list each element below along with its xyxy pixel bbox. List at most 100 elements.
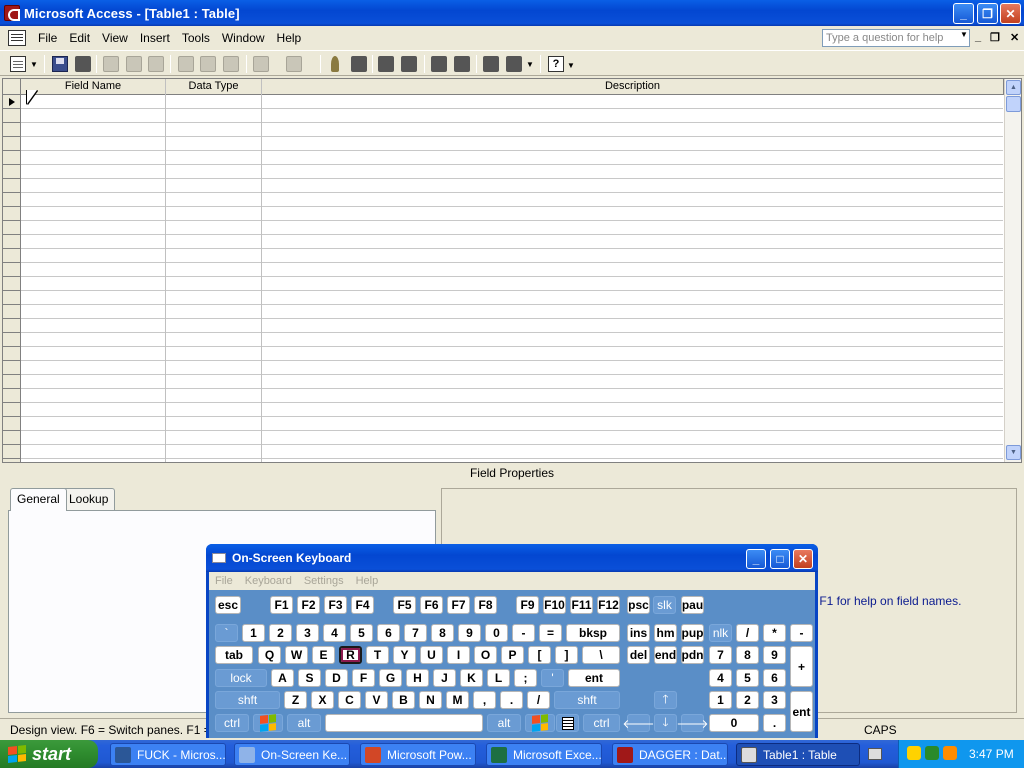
redo-icon[interactable] (286, 56, 302, 72)
key-x[interactable]: X (311, 691, 334, 709)
properties-icon[interactable] (431, 56, 447, 72)
copy-icon[interactable] (200, 56, 216, 72)
view-icon[interactable] (10, 56, 26, 72)
menu-view[interactable]: View (96, 31, 134, 45)
design-grid-rows[interactable] (21, 95, 1003, 462)
key-1[interactable]: 1 (242, 624, 265, 642)
key-num-4[interactable]: 4 (709, 669, 732, 687)
key-quote[interactable]: ' (541, 669, 564, 687)
key-page-up[interactable]: pup (681, 624, 704, 642)
menu-tools[interactable]: Tools (176, 31, 216, 45)
key-equals[interactable]: = (539, 624, 562, 642)
key-slk[interactable]: slk (653, 596, 676, 614)
network-icon[interactable] (907, 746, 921, 760)
key-semicolon[interactable]: ; (514, 669, 537, 687)
title-bar[interactable]: Microsoft Access - [Table1 : Table] _ ❐ … (0, 0, 1024, 26)
key-arrow-up[interactable]: 🡑 (654, 691, 677, 709)
key-k[interactable]: K (460, 669, 483, 687)
column-header-description[interactable]: Description (262, 79, 1004, 95)
key-v[interactable]: V (365, 691, 388, 709)
key-left-windows[interactable] (253, 714, 283, 732)
delete-rows-icon[interactable] (401, 56, 417, 72)
key-backslash[interactable]: \ (582, 646, 620, 664)
key-num-5[interactable]: 5 (736, 669, 759, 687)
key-num-1[interactable]: 1 (709, 691, 732, 709)
key-arrow-down[interactable]: 🡓 (654, 714, 677, 732)
table-document-icon[interactable] (8, 30, 26, 46)
key-p[interactable]: P (501, 646, 524, 664)
key-s[interactable]: S (298, 669, 321, 687)
key-num-decimal[interactable]: . (763, 714, 786, 732)
chevron-down-icon[interactable]: ▼ (567, 61, 583, 77)
key-r[interactable]: R (339, 646, 362, 664)
key-f2[interactable]: F2 (297, 596, 320, 614)
key-f6[interactable]: F6 (420, 596, 443, 614)
key-right-bracket[interactable]: ] (555, 646, 578, 664)
key-esc[interactable]: esc (215, 596, 241, 614)
key-num-3[interactable]: 3 (763, 691, 786, 709)
key-8[interactable]: 8 (431, 624, 454, 642)
key-e[interactable]: E (312, 646, 335, 664)
show-desktop-icon[interactable] (868, 748, 882, 760)
key-slash[interactable]: / (527, 691, 550, 709)
key-2[interactable]: 2 (269, 624, 292, 642)
key-psc[interactable]: psc (627, 596, 650, 614)
key-o[interactable]: O (474, 646, 497, 664)
undo-icon[interactable] (253, 56, 269, 72)
key-arrow-right[interactable]: 🡒 (676, 714, 709, 732)
key-f7[interactable]: F7 (447, 596, 470, 614)
volume-icon[interactable] (943, 746, 957, 760)
key-num-enter[interactable]: ent (790, 691, 813, 732)
osk-menu-file[interactable]: File (215, 575, 233, 587)
key-num-lock[interactable]: nlk (709, 624, 732, 642)
key-m[interactable]: M (446, 691, 469, 709)
cut-icon[interactable] (178, 56, 194, 72)
key-f[interactable]: F (352, 669, 375, 687)
on-screen-keyboard-window[interactable]: On-Screen Keyboard _ □ ✕ File Keyboard S… (206, 544, 818, 738)
key-n[interactable]: N (419, 691, 442, 709)
tab-lookup[interactable]: Lookup (62, 488, 116, 510)
indexes-icon[interactable] (351, 56, 367, 72)
key-f4[interactable]: F4 (351, 596, 374, 614)
key-num-minus[interactable]: - (790, 624, 813, 642)
row-selector-column[interactable] (3, 95, 21, 462)
taskbar-button-excel[interactable]: Microsoft Exce... (486, 743, 602, 766)
key-6[interactable]: 6 (377, 624, 400, 642)
key-f3[interactable]: F3 (324, 596, 347, 614)
osk-close-button[interactable]: ✕ (793, 549, 813, 569)
key-f9[interactable]: F9 (516, 596, 539, 614)
key-f11[interactable]: F11 (570, 596, 593, 614)
osk-minimize-button[interactable]: _ (746, 549, 766, 569)
taskbar-button-dagger-database[interactable]: DAGGER : Dat... (612, 743, 728, 766)
database-window-icon[interactable] (483, 56, 499, 72)
key-right-ctrl[interactable]: ctrl (583, 714, 620, 732)
key-tab[interactable]: tab (215, 646, 253, 664)
chevron-down-icon[interactable]: ▼ (960, 30, 968, 39)
new-object-icon[interactable] (506, 56, 522, 72)
key-w[interactable]: W (285, 646, 308, 664)
key-right-windows[interactable] (525, 714, 555, 732)
osk-maximize-button[interactable]: □ (770, 549, 790, 569)
restore-button[interactable]: ❐ (977, 3, 998, 24)
key-f1[interactable]: F1 (270, 596, 293, 614)
ask-question-input[interactable]: Type a question for help (822, 29, 970, 47)
insert-rows-icon[interactable] (378, 56, 394, 72)
key-t[interactable]: T (366, 646, 389, 664)
key-f10[interactable]: F10 (543, 596, 566, 614)
key-num-6[interactable]: 6 (763, 669, 786, 687)
key-0[interactable]: 0 (485, 624, 508, 642)
key-home[interactable]: hm (654, 624, 677, 642)
key-j[interactable]: J (433, 669, 456, 687)
key-f5[interactable]: F5 (393, 596, 416, 614)
menu-edit[interactable]: Edit (63, 31, 96, 45)
clock[interactable]: 3:47 PM (969, 747, 1014, 761)
key-space[interactable] (325, 714, 483, 732)
help-icon[interactable]: ? (548, 56, 564, 72)
key-left-ctrl[interactable]: ctrl (215, 714, 249, 732)
key-backtick[interactable]: ` (215, 624, 238, 642)
mdi-close-button[interactable]: ✕ (1010, 31, 1019, 44)
build-icon[interactable] (454, 56, 470, 72)
key-4[interactable]: 4 (323, 624, 346, 642)
key-end[interactable]: end (654, 646, 677, 664)
osk-menu-settings[interactable]: Settings (304, 575, 344, 587)
